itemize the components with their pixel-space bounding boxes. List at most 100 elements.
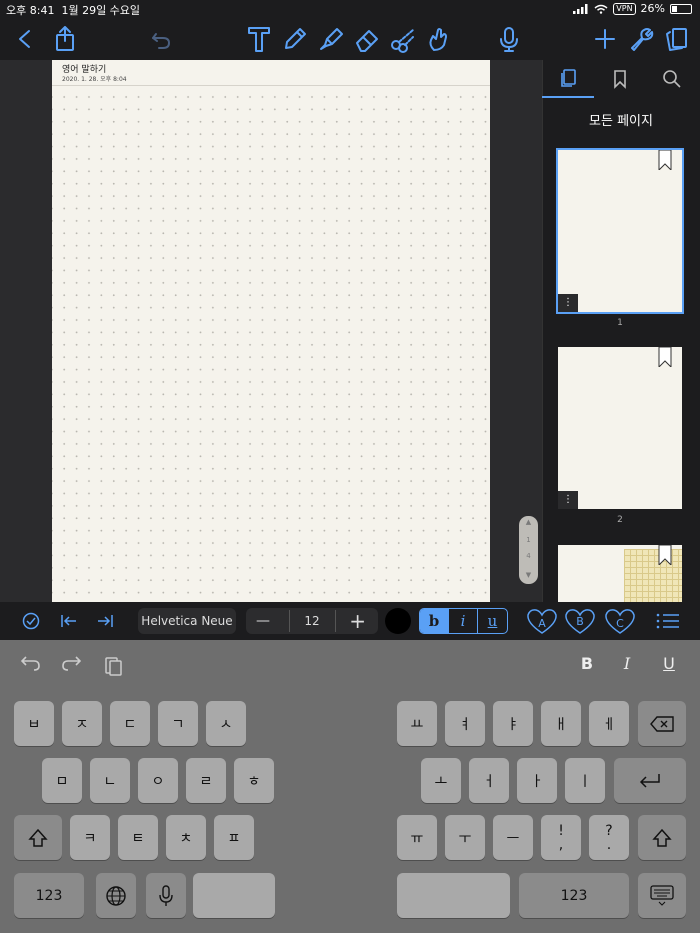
wifi-icon bbox=[594, 4, 608, 14]
highlighter-icon[interactable] bbox=[314, 22, 348, 56]
key-top-char: ? bbox=[605, 822, 613, 839]
outdent-icon[interactable] bbox=[56, 608, 82, 634]
mic-icon[interactable] bbox=[492, 22, 526, 56]
pen-icon[interactable] bbox=[278, 22, 312, 56]
kb-underline-button[interactable]: U bbox=[656, 654, 682, 673]
key[interactable]: ㅅ bbox=[206, 701, 246, 746]
kb-redo-icon[interactable] bbox=[58, 654, 84, 672]
thumbnail-bookmark-icon[interactable] bbox=[658, 347, 672, 367]
punct-key-exclaim[interactable]: !, bbox=[541, 815, 581, 860]
style-toggle-group: b i u bbox=[419, 608, 508, 634]
tab-bookmarks[interactable] bbox=[594, 60, 646, 98]
signal-icon bbox=[573, 3, 588, 14]
key[interactable]: ㅇ bbox=[138, 758, 178, 803]
share-icon[interactable] bbox=[48, 22, 82, 56]
tab-search[interactable] bbox=[646, 60, 698, 98]
font-family-selector[interactable]: Helvetica Neue bbox=[138, 608, 236, 634]
kb-bold-button[interactable]: B bbox=[574, 654, 600, 673]
key[interactable]: ㅊ bbox=[166, 815, 206, 860]
key[interactable]: ㅏ bbox=[517, 758, 557, 803]
thumbnail-number: 2 bbox=[617, 515, 623, 525]
preset-a-button[interactable]: A bbox=[524, 608, 560, 634]
back-icon[interactable] bbox=[8, 22, 42, 56]
page-thumbnail-1[interactable]: ⋮ bbox=[556, 148, 684, 314]
return-key[interactable] bbox=[614, 758, 686, 803]
underline-toggle[interactable]: u bbox=[478, 609, 507, 633]
arrow-right-bar-icon bbox=[98, 615, 113, 627]
key[interactable]: ㅈ bbox=[62, 701, 102, 746]
battery-icon bbox=[670, 3, 692, 14]
key[interactable]: ㅎ bbox=[234, 758, 274, 803]
wrench-icon[interactable] bbox=[624, 22, 658, 56]
key[interactable]: ㅑ bbox=[493, 701, 533, 746]
kb-italic-button[interactable]: I bbox=[614, 654, 640, 673]
hand-icon[interactable] bbox=[422, 22, 456, 56]
list-icon[interactable] bbox=[654, 608, 682, 634]
globe-icon bbox=[106, 885, 126, 906]
text-color-button[interactable] bbox=[384, 608, 412, 634]
page-thumbnail-2[interactable]: ⋮ bbox=[558, 347, 682, 509]
key[interactable]: ㅍ bbox=[214, 815, 254, 860]
add-icon[interactable] bbox=[588, 22, 622, 56]
punct-key-question[interactable]: ?. bbox=[589, 815, 629, 860]
pages-icon[interactable] bbox=[660, 22, 694, 56]
return-icon bbox=[639, 773, 660, 788]
key[interactable]: ㅁ bbox=[42, 758, 82, 803]
page-thumbnail-3[interactable] bbox=[558, 545, 682, 602]
preset-b-button[interactable]: B bbox=[562, 608, 598, 634]
globe-key[interactable] bbox=[96, 873, 136, 918]
backspace-icon bbox=[650, 715, 674, 732]
key[interactable]: ㄴ bbox=[90, 758, 130, 803]
increase-size-button[interactable]: + bbox=[349, 609, 366, 633]
numbers-key-right[interactable]: 123 bbox=[519, 873, 629, 918]
key[interactable]: ㅛ bbox=[397, 701, 437, 746]
space-key-right[interactable] bbox=[397, 873, 510, 918]
svg-text:A: A bbox=[538, 617, 546, 630]
key[interactable]: ㄱ bbox=[158, 701, 198, 746]
shift-key-right[interactable] bbox=[638, 815, 686, 860]
eraser-icon[interactable] bbox=[350, 22, 384, 56]
scissors-icon[interactable] bbox=[386, 22, 420, 56]
key[interactable]: ㅋ bbox=[70, 815, 110, 860]
undo-icon[interactable] bbox=[144, 22, 178, 56]
kb-paste-icon[interactable] bbox=[100, 654, 126, 676]
text-tool-icon[interactable] bbox=[242, 22, 276, 56]
indent-icon[interactable] bbox=[92, 608, 118, 634]
bold-toggle[interactable]: b bbox=[420, 609, 449, 633]
check-icon[interactable] bbox=[18, 608, 44, 634]
key[interactable]: ㅡ bbox=[493, 815, 533, 860]
note-page[interactable] bbox=[52, 60, 490, 602]
scroller-total: 4 bbox=[526, 552, 531, 560]
shift-key-left[interactable] bbox=[14, 815, 62, 860]
thumbnail-bookmark-icon[interactable] bbox=[658, 150, 672, 170]
thumbnail-menu-button[interactable]: ⋮ bbox=[558, 294, 578, 312]
page-scroller[interactable]: ▲ 1 4 ▼ bbox=[519, 516, 538, 584]
tab-all-pages[interactable] bbox=[542, 60, 594, 98]
dictation-key[interactable] bbox=[146, 873, 186, 918]
key[interactable]: ㅌ bbox=[118, 815, 158, 860]
key-bottom-char: , bbox=[558, 836, 564, 853]
key[interactable]: ㄷ bbox=[110, 701, 150, 746]
key[interactable]: ㅕ bbox=[445, 701, 485, 746]
onscreen-keyboard: B I U ㅂ ㅈ ㄷ ㄱ ㅅ ㅛ ㅕ ㅑ ㅐ ㅔ ㅁ ㄴ ㅇ ㄹ ㅎ ㅗ ㅓ … bbox=[0, 640, 700, 933]
key[interactable]: ㅐ bbox=[541, 701, 581, 746]
key[interactable]: ㅗ bbox=[421, 758, 461, 803]
space-key-left[interactable] bbox=[193, 873, 275, 918]
hide-keyboard-key[interactable] bbox=[638, 873, 686, 918]
key[interactable]: ㅣ bbox=[565, 758, 605, 803]
kb-undo-icon[interactable] bbox=[18, 654, 44, 672]
decrease-size-button[interactable]: — bbox=[256, 613, 270, 629]
key[interactable]: ㅜ bbox=[445, 815, 485, 860]
italic-toggle[interactable]: i bbox=[449, 609, 478, 633]
key[interactable]: ㅔ bbox=[589, 701, 629, 746]
key[interactable]: ㅠ bbox=[397, 815, 437, 860]
key[interactable]: ㄹ bbox=[186, 758, 226, 803]
mic-icon bbox=[159, 884, 173, 906]
key[interactable]: ㅓ bbox=[469, 758, 509, 803]
preset-c-button[interactable]: C bbox=[602, 608, 638, 634]
thumbnail-bookmark-icon[interactable] bbox=[658, 545, 672, 565]
backspace-key[interactable] bbox=[638, 701, 686, 746]
thumbnail-menu-button[interactable]: ⋮ bbox=[558, 491, 578, 509]
numbers-key-left[interactable]: 123 bbox=[14, 873, 84, 918]
key[interactable]: ㅂ bbox=[14, 701, 54, 746]
